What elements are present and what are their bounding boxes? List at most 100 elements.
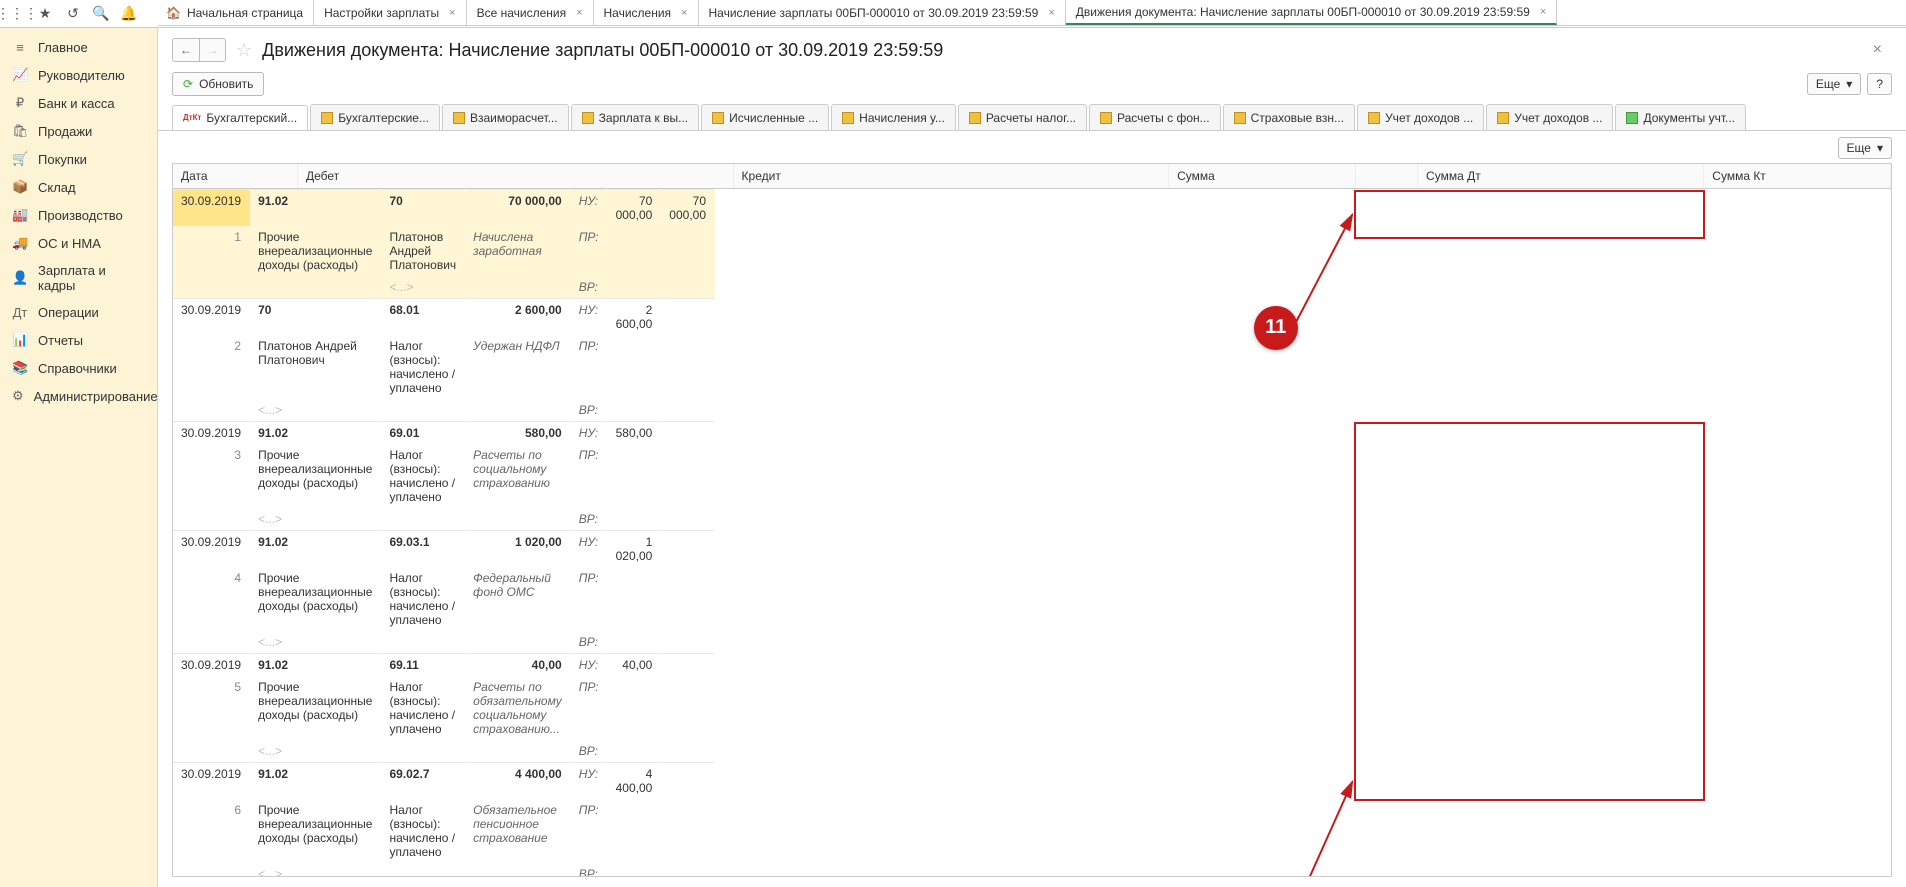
- register-tab-8[interactable]: Страховые взн...: [1223, 104, 1355, 130]
- sidebar-item-8[interactable]: 👤Зарплата и кадры: [0, 257, 157, 299]
- sidebar-item-10[interactable]: 📊Отчеты: [0, 326, 157, 354]
- tab-3[interactable]: Начисления×: [594, 0, 699, 25]
- col-sumkt[interactable]: Сумма Кт: [1704, 164, 1891, 189]
- register-tab-icon: [1234, 112, 1246, 124]
- register-tab-label: Учет доходов ...: [1514, 111, 1602, 125]
- register-tab-0[interactable]: ДтКтБухгалтерский...: [172, 105, 308, 131]
- register-tab-icon: [453, 112, 465, 124]
- register-tab-9[interactable]: Учет доходов ...: [1357, 104, 1484, 130]
- tab-close-icon[interactable]: ×: [576, 7, 582, 19]
- grid-row-group-5[interactable]: 30.09.201991.0269.1140,00НУ:40,005Прочие…: [173, 654, 715, 763]
- register-tab-4[interactable]: Исчисленные ...: [701, 104, 829, 130]
- grid-row-group-6[interactable]: 30.09.201991.0269.02.74 400,00НУ:4 400,0…: [173, 763, 715, 878]
- cell-sum: 1 020,00: [465, 531, 571, 568]
- grid-more-button[interactable]: Еще ▾: [1838, 137, 1892, 159]
- col-sumdt[interactable]: Сумма Дт: [1418, 164, 1704, 189]
- star-icon[interactable]: ★: [32, 2, 58, 26]
- grid-row-group-3[interactable]: 30.09.201991.0269.01580,00НУ:580,003Проч…: [173, 422, 715, 531]
- nav-forward-button[interactable]: →: [199, 39, 225, 61]
- cell-desc: Расчеты по социальному страхованию: [465, 444, 571, 508]
- sidebar-label: Производство: [38, 208, 123, 223]
- tabs-row: 🏠Начальная страницаНастройки зарплаты×Вс…: [158, 0, 1906, 26]
- refresh-label: Обновить: [199, 77, 253, 91]
- cell-credit-extra: <...>: [381, 276, 465, 299]
- home-icon: 🏠: [166, 6, 181, 20]
- sidebar-item-11[interactable]: 📚Справочники: [0, 354, 157, 382]
- cell-date: 30.09.2019: [173, 654, 250, 677]
- help-button[interactable]: ?: [1867, 73, 1892, 95]
- cell-vr-label: ВР:: [570, 399, 607, 422]
- register-tab-2[interactable]: Взаиморасчет...: [442, 104, 569, 130]
- cell-sum: 40,00: [465, 654, 571, 677]
- grid-wrap: Дата Дебет Кредит Сумма Сумма Дт Сумма К…: [172, 163, 1892, 877]
- sidebar-item-3[interactable]: 🛍Продажи: [0, 117, 157, 145]
- sidebar-item-6[interactable]: 🏭Производство: [0, 201, 157, 229]
- register-tab-icon: [1626, 112, 1638, 124]
- sidebar-icon: ⚙: [12, 388, 24, 404]
- sidebar-item-9[interactable]: ДтОперации: [0, 299, 157, 326]
- tab-label: Настройки зарплаты: [324, 6, 439, 20]
- register-tab-icon: [1497, 112, 1509, 124]
- favorite-star-icon[interactable]: ☆: [236, 40, 252, 61]
- col-date[interactable]: Дата: [173, 164, 297, 189]
- cell-debit-extra: <...>: [250, 508, 381, 531]
- register-tab-6[interactable]: Расчеты налог...: [958, 104, 1087, 130]
- sidebar-icon: 📊: [12, 332, 28, 348]
- sidebar-item-2[interactable]: ₽Банк и касса: [0, 89, 157, 117]
- tab-label: Начальная страница: [187, 6, 303, 20]
- register-tab-11[interactable]: Документы учт...: [1615, 104, 1746, 130]
- register-tab-label: Бухгалтерский...: [206, 111, 297, 125]
- sidebar-item-1[interactable]: 📈Руководителю: [0, 61, 157, 89]
- register-tab-icon: [969, 112, 981, 124]
- tab-close-icon[interactable]: ×: [681, 7, 687, 19]
- cell-date: 30.09.2019: [173, 299, 250, 336]
- sidebar-item-12[interactable]: ⚙Администрирование: [0, 382, 157, 410]
- tab-2[interactable]: Все начисления×: [467, 0, 594, 25]
- sidebar-item-7[interactable]: 🚚ОС и НМА: [0, 229, 157, 257]
- register-tab-5[interactable]: Начисления у...: [831, 104, 956, 130]
- close-icon[interactable]: ×: [1873, 41, 1892, 59]
- col-nu[interactable]: [1355, 164, 1417, 189]
- cell-pr-label: ПР:: [570, 226, 607, 276]
- nav-back-button[interactable]: ←: [173, 39, 199, 61]
- col-debit[interactable]: Дебет: [297, 164, 733, 189]
- tab-4[interactable]: Начисление зарплаты 00БП-000010 от 30.09…: [699, 0, 1066, 25]
- grid-row-group-2[interactable]: 30.09.20197068.012 600,00НУ:2 600,002Пла…: [173, 299, 715, 422]
- page-title: Движения документа: Начисление зарплаты …: [262, 40, 943, 61]
- register-tab-icon: [321, 112, 333, 124]
- cell-vr-label: ВР:: [570, 863, 607, 877]
- cell-date: 30.09.2019: [173, 190, 250, 227]
- apps-icon[interactable]: ⋮⋮⋮: [4, 2, 30, 26]
- tab-0[interactable]: 🏠 Начальная страница: [158, 0, 314, 25]
- sidebar-icon: 🛒: [12, 151, 28, 167]
- register-tab-3[interactable]: Зарплата к вы...: [571, 104, 699, 130]
- sidebar-item-5[interactable]: 📦Склад: [0, 173, 157, 201]
- cell-credit-sub: Налог (взносы): начислено / уплачено: [381, 676, 465, 740]
- tab-5[interactable]: Движения документа: Начисление зарплаты …: [1066, 0, 1558, 25]
- bell-icon[interactable]: 🔔: [116, 2, 142, 26]
- tab-close-icon[interactable]: ×: [1048, 7, 1054, 19]
- more-button[interactable]: Еще ▾: [1807, 73, 1861, 95]
- main-area: ← → ☆ Движения документа: Начисление зар…: [158, 28, 1906, 887]
- grid-row-group-1[interactable]: 30.09.201991.027070 000,00НУ:70 000,0070…: [173, 190, 715, 299]
- refresh-button[interactable]: ⟳ Обновить: [172, 72, 264, 96]
- register-tab-1[interactable]: Бухгалтерские...: [310, 104, 440, 130]
- search-icon[interactable]: 🔍: [88, 2, 114, 26]
- tab-1[interactable]: Настройки зарплаты ×: [314, 0, 467, 25]
- cell-nu-label: НУ:: [570, 299, 607, 336]
- cell-credit-sub: Налог (взносы): начислено / уплачено: [381, 799, 465, 863]
- cell-date: 30.09.2019: [173, 531, 250, 568]
- col-credit[interactable]: Кредит: [733, 164, 1169, 189]
- tab-close-icon[interactable]: ×: [1540, 6, 1546, 18]
- sidebar-item-4[interactable]: 🛒Покупки: [0, 145, 157, 173]
- col-sum[interactable]: Сумма: [1169, 164, 1356, 189]
- register-tab-10[interactable]: Учет доходов ...: [1486, 104, 1613, 130]
- history-icon[interactable]: ↺: [60, 2, 86, 26]
- sidebar-label: ОС и НМА: [38, 236, 101, 251]
- register-tab-7[interactable]: Расчеты с фон...: [1089, 104, 1221, 130]
- cell-pr-label: ПР:: [570, 676, 607, 740]
- cell-pr-label: ПР:: [570, 335, 607, 399]
- grid-row-group-4[interactable]: 30.09.201991.0269.03.11 020,00НУ:1 020,0…: [173, 531, 715, 654]
- tab-close-icon[interactable]: ×: [449, 7, 455, 19]
- sidebar-item-0[interactable]: ≡Главное: [0, 34, 157, 61]
